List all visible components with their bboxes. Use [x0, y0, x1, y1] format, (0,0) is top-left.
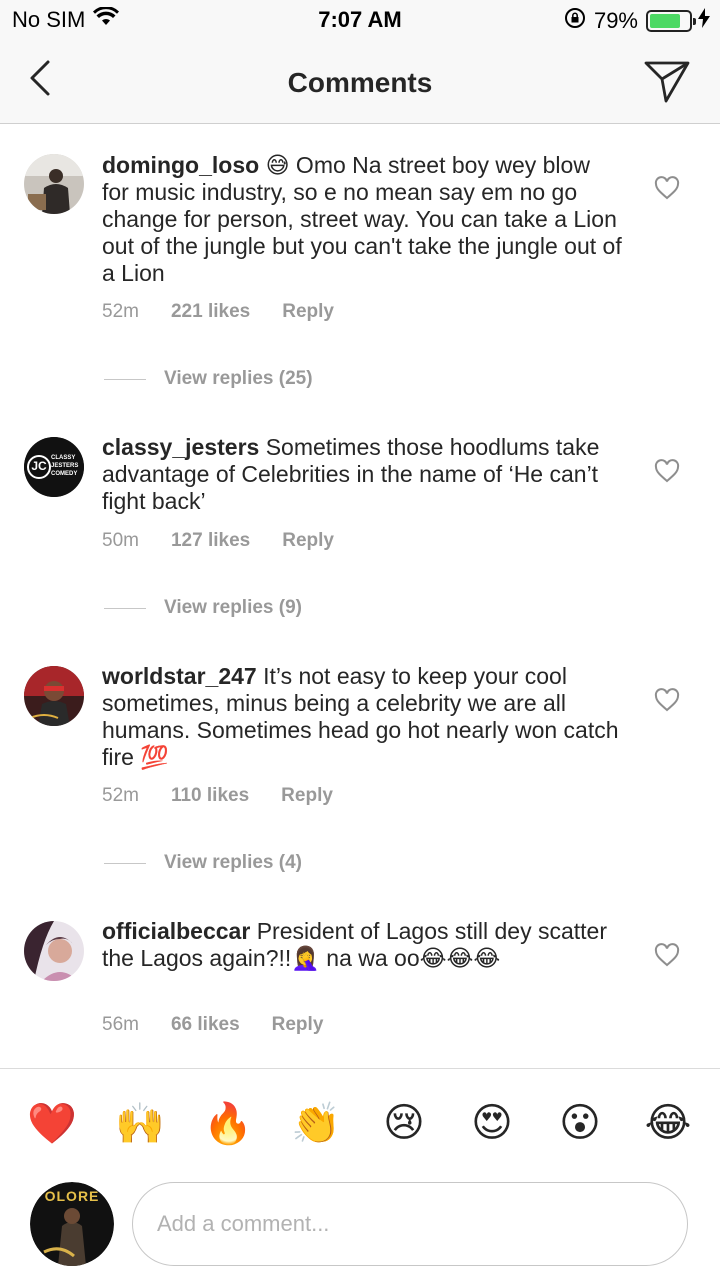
- comment-time: 56m: [102, 1014, 139, 1035]
- heart-icon[interactable]: [654, 459, 680, 485]
- clapping-emoji-button[interactable]: 👏: [291, 1099, 341, 1147]
- comment-likes[interactable]: 127 likes: [171, 530, 250, 552]
- battery-percent: 79%: [593, 8, 638, 33]
- charging-icon: [698, 8, 710, 34]
- comment-time: 50m: [102, 530, 139, 551]
- send-icon: [644, 61, 690, 103]
- comment-username[interactable]: classy_jesters: [102, 434, 259, 460]
- comment-text: worldstar_247 It’s not easy to keep your…: [102, 663, 622, 771]
- view-replies-label: View replies (4): [164, 852, 302, 873]
- surprised-emoji-button[interactable]: 😮: [556, 1099, 604, 1147]
- battery-icon: [646, 10, 696, 32]
- heart-icon[interactable]: [654, 943, 680, 969]
- comment-meta: 52m 221 likes Reply: [102, 301, 366, 323]
- comment-likes[interactable]: 110 likes: [171, 785, 249, 807]
- view-replies-label: View replies (25): [164, 368, 313, 389]
- view-replies-button[interactable]: View replies (25): [104, 368, 313, 390]
- avatar-text-line: JESTERS: [51, 463, 79, 469]
- comment-time: 52m: [102, 301, 139, 322]
- avatar[interactable]: [24, 154, 84, 214]
- view-replies-label: View replies (9): [164, 597, 302, 618]
- reply-button[interactable]: Reply: [282, 301, 334, 323]
- status-right: 79%: [564, 7, 710, 35]
- laughing-emoji-button[interactable]: 😂: [644, 1099, 692, 1147]
- divider: [104, 607, 146, 609]
- comment-username[interactable]: worldstar_247: [102, 663, 257, 689]
- avatar[interactable]: JC CLASSY JESTERS COMEDY: [24, 437, 84, 497]
- emoji-reaction-bar: ❤️ 🙌 🔥 👏 😢 😍 😮 😂: [0, 1068, 720, 1176]
- avatar-text: OLORE: [44, 1188, 100, 1204]
- comment-likes[interactable]: 221 likes: [171, 301, 250, 323]
- heart-icon[interactable]: [654, 176, 680, 202]
- comment-time: 52m: [102, 785, 139, 806]
- comment-composer: OLORE: [0, 1176, 720, 1280]
- view-replies-button[interactable]: View replies (9): [104, 597, 302, 619]
- comment-text: officialbeccar President of Lagos still …: [102, 918, 622, 972]
- my-avatar[interactable]: OLORE: [30, 1182, 114, 1266]
- reply-button[interactable]: Reply: [281, 785, 333, 807]
- comment-username[interactable]: officialbeccar: [102, 918, 250, 944]
- comment-text: classy_jesters Sometimes those hoodlums …: [102, 434, 622, 515]
- heart-emoji-button[interactable]: ❤️: [27, 1099, 77, 1147]
- fire-emoji-button[interactable]: 🔥: [203, 1099, 253, 1147]
- avatar-logo: JC: [31, 459, 47, 473]
- comment-text: domingo_loso 😅 Omo Na street boy wey blo…: [102, 152, 622, 287]
- share-button[interactable]: [642, 56, 692, 106]
- raising-hands-emoji-button[interactable]: 🙌: [115, 1099, 165, 1147]
- battery-fill: [650, 14, 681, 28]
- avatar[interactable]: [24, 666, 84, 726]
- comment-username[interactable]: domingo_loso: [102, 152, 259, 178]
- comment-likes[interactable]: 66 likes: [171, 1014, 240, 1036]
- page-title: Comments: [287, 67, 433, 98]
- header: Comments: [0, 40, 720, 124]
- view-replies-button[interactable]: View replies (4): [104, 852, 302, 874]
- crying-emoji-button[interactable]: 😢: [380, 1099, 428, 1147]
- avatar-text-line: COMEDY: [51, 471, 78, 477]
- reply-button[interactable]: Reply: [272, 1014, 324, 1036]
- avatar-text: CLASSY JESTERS COMEDY: [51, 454, 83, 478]
- reply-button[interactable]: Reply: [282, 530, 334, 552]
- heart-eyes-emoji-button[interactable]: 😍: [468, 1099, 516, 1147]
- comment-meta: 56m 66 likes Reply: [102, 1014, 355, 1036]
- comment-input[interactable]: [132, 1182, 688, 1266]
- comment-meta: 52m 110 likes Reply: [102, 785, 365, 807]
- avatar-text-line: CLASSY: [51, 455, 76, 461]
- status-bar: No SIM 7:07 AM 79%: [0, 0, 720, 40]
- divider: [104, 378, 146, 380]
- divider: [104, 862, 146, 864]
- heart-icon[interactable]: [654, 688, 680, 714]
- avatar[interactable]: [24, 921, 84, 981]
- rotation-lock-icon: [564, 7, 586, 35]
- comment-meta: 50m 127 likes Reply: [102, 530, 366, 552]
